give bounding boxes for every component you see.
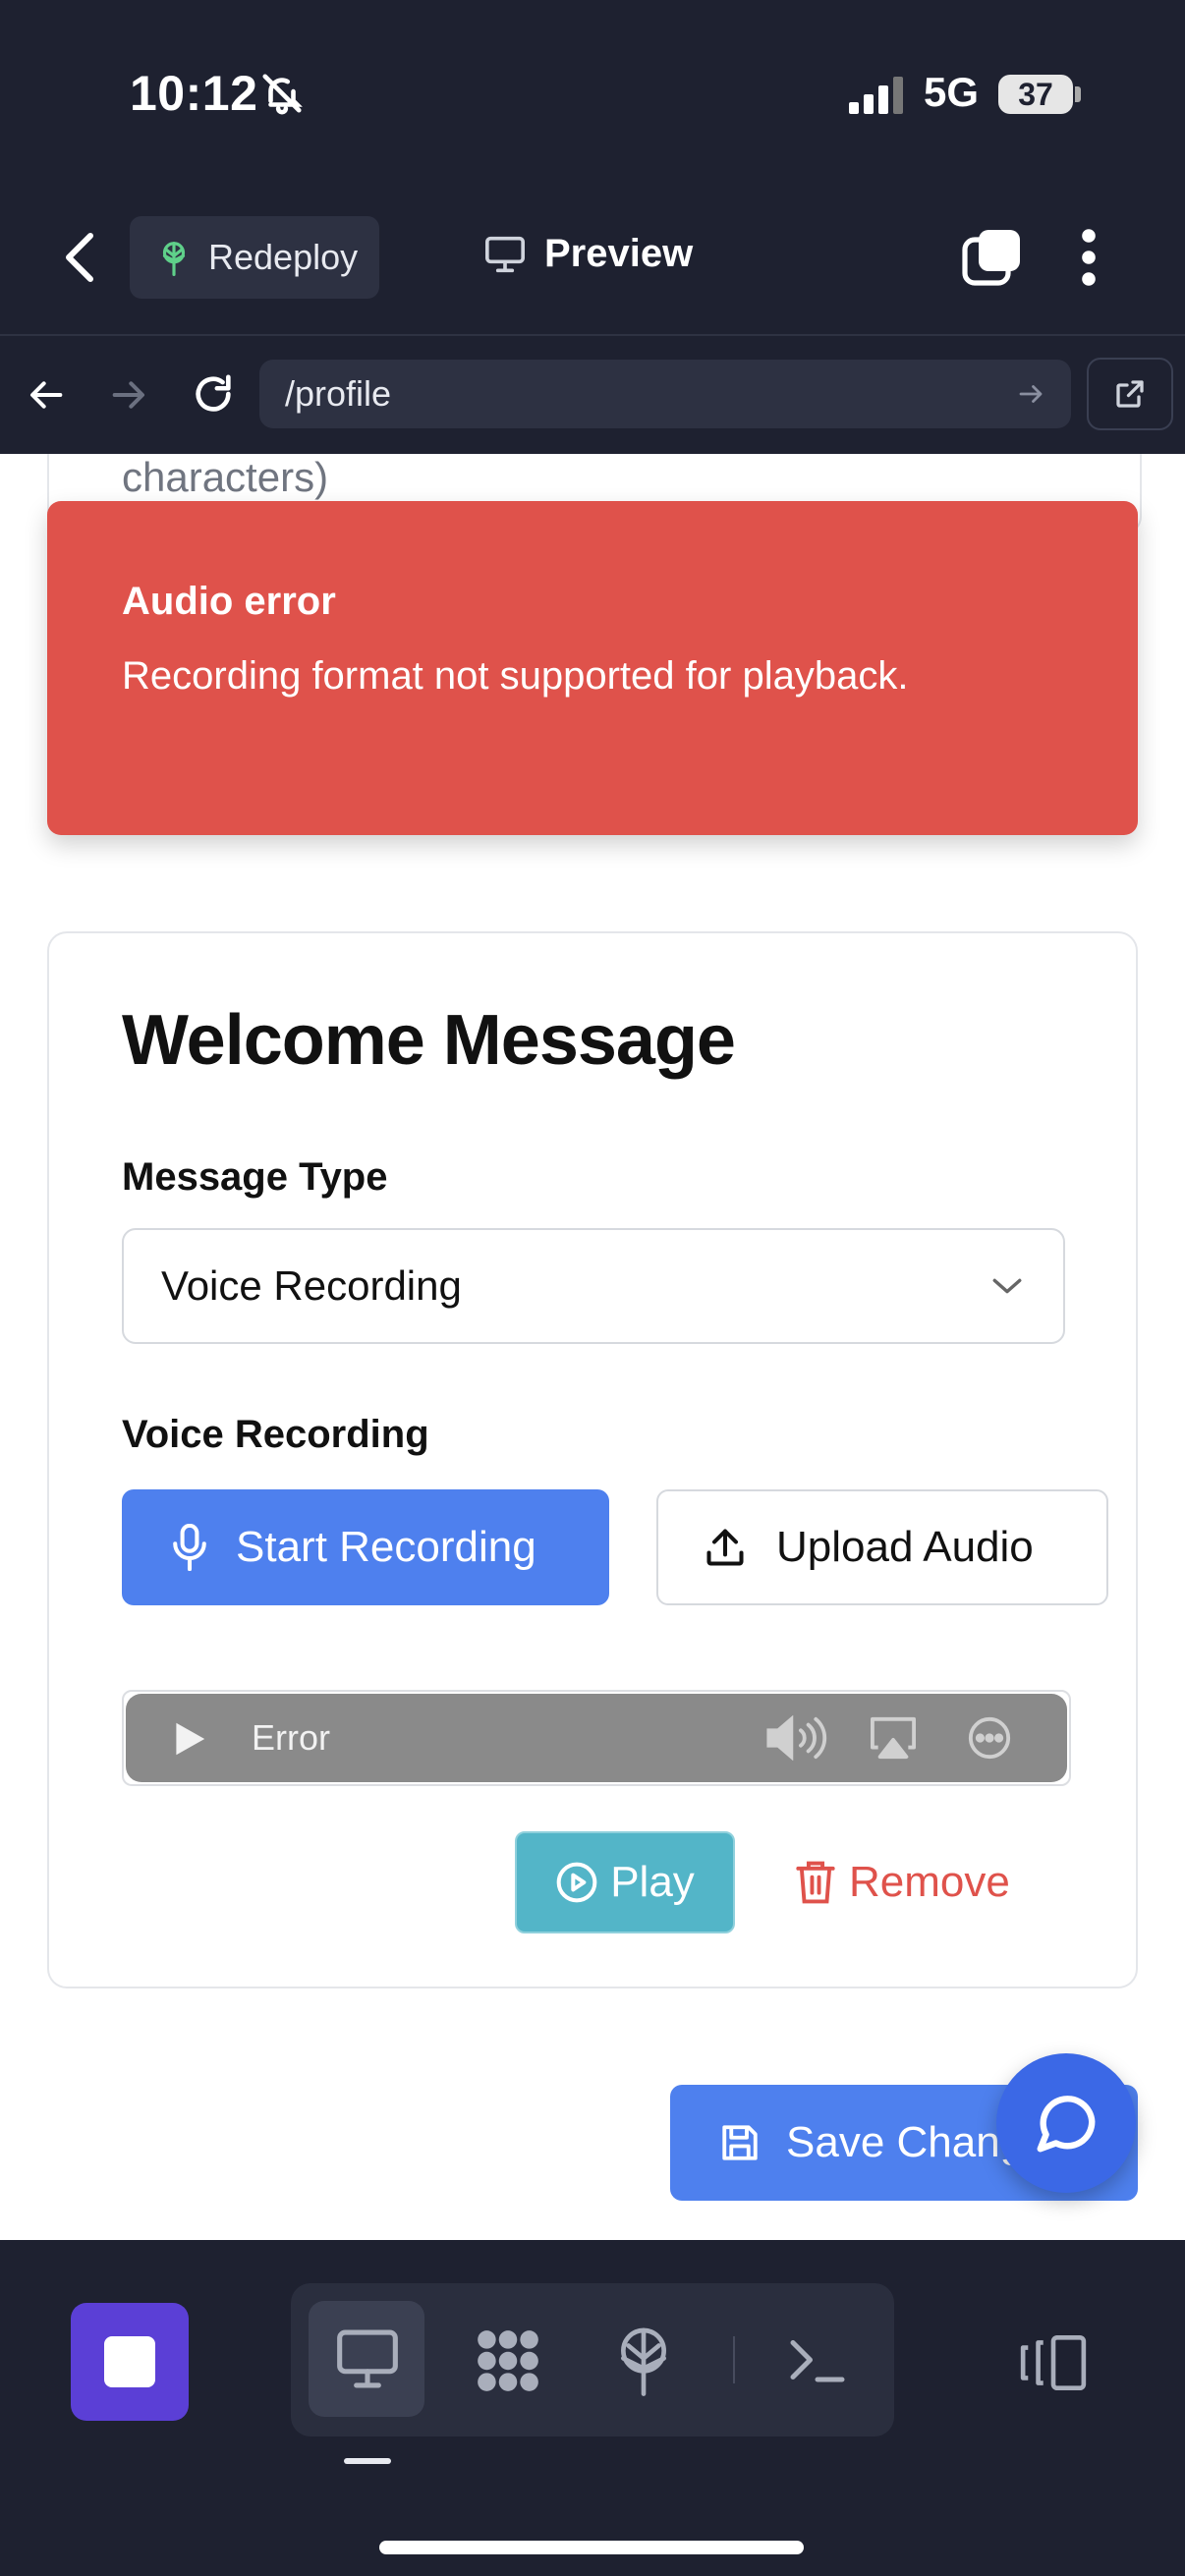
audio-player: Error xyxy=(122,1690,1071,1786)
redeploy-button[interactable]: Redeploy xyxy=(130,216,379,299)
battery-level: 37 xyxy=(998,75,1073,114)
player-status: Error xyxy=(252,1717,330,1758)
preview-tab[interactable]: Preview xyxy=(483,232,693,276)
top-bar: 10:12 5G 37 Redeploy Preview xyxy=(0,0,1185,334)
monitor-tool-icon[interactable] xyxy=(334,2326,401,2396)
nodes-icon[interactable] xyxy=(472,2324,544,2402)
trash-icon xyxy=(796,1861,835,1904)
upload-icon xyxy=(706,1529,744,1566)
redeploy-label: Redeploy xyxy=(208,237,359,277)
network-label: 5G xyxy=(924,69,980,115)
monitor-icon xyxy=(485,236,525,272)
volume-icon[interactable] xyxy=(764,1714,833,1765)
tool-separator xyxy=(733,2336,735,2383)
preview-label: Preview xyxy=(544,232,694,275)
start-recording-label: Start Recording xyxy=(236,1523,536,1571)
start-recording-button[interactable]: Start Recording xyxy=(122,1489,609,1605)
bottom-toolbar xyxy=(0,2240,1185,2576)
message-type-select[interactable]: Voice Recording xyxy=(122,1228,1065,1344)
bell-slash-icon xyxy=(259,71,305,121)
play-circle-icon xyxy=(556,1862,597,1903)
reload-icon[interactable] xyxy=(191,371,236,421)
external-link-icon xyxy=(1116,380,1144,408)
arrow-left-icon[interactable] xyxy=(28,375,67,420)
previous-card-text: characters) xyxy=(122,454,329,500)
deploy-icon[interactable] xyxy=(613,2324,674,2402)
play-icon[interactable] xyxy=(171,1721,206,1762)
back-icon[interactable] xyxy=(59,228,102,292)
chat-button[interactable] xyxy=(996,2053,1136,2193)
chevron-down-icon xyxy=(992,1278,1022,1294)
upload-audio-label: Upload Audio xyxy=(776,1523,1034,1571)
toast-title: Audio error xyxy=(122,580,336,623)
mic-icon xyxy=(173,1524,206,1571)
play-button[interactable]: Play xyxy=(515,1831,735,1933)
active-tab-indicator xyxy=(344,2458,391,2464)
app-stop-button[interactable] xyxy=(71,2303,189,2421)
terminal-icon[interactable] xyxy=(788,2334,847,2390)
voice-recording-label: Voice Recording xyxy=(122,1413,429,1456)
message-type-label: Message Type xyxy=(122,1155,388,1199)
arrow-right-icon[interactable] xyxy=(108,375,147,420)
remove-button[interactable]: Remove xyxy=(796,1831,1010,1933)
status-time: 10:12 xyxy=(130,66,258,121)
message-type-value: Voice Recording xyxy=(161,1262,462,1309)
upload-audio-button[interactable]: Upload Audio xyxy=(656,1489,1108,1605)
go-arrow-icon[interactable] xyxy=(1016,379,1045,414)
card-title: Welcome Message xyxy=(122,1001,736,1080)
url-input[interactable]: /profile xyxy=(259,360,1071,428)
welcome-message-card: Welcome Message Message Type Voice Recor… xyxy=(47,931,1138,1988)
redeploy-icon xyxy=(162,242,186,276)
open-external-button[interactable] xyxy=(1087,358,1173,430)
play-label: Play xyxy=(610,1858,695,1906)
audio-player-bar: Error xyxy=(126,1694,1067,1782)
panel-toggle-icon[interactable] xyxy=(1018,2332,1089,2398)
audio-error-toast[interactable]: Audio error Recording format not support… xyxy=(47,501,1138,835)
battery-tip xyxy=(1075,86,1081,102)
home-indicator xyxy=(379,2541,804,2554)
chat-icon xyxy=(1037,2096,1096,2153)
toast-message: Recording format not supported for playb… xyxy=(122,654,909,698)
remove-label: Remove xyxy=(849,1858,1010,1906)
more-horizontal-icon[interactable] xyxy=(967,1715,1012,1765)
copy-icon[interactable] xyxy=(961,228,1022,294)
page-content: characters) Audio error Recording format… xyxy=(0,454,1185,2240)
signal-icon xyxy=(849,77,908,121)
save-icon xyxy=(722,2125,758,2160)
airplay-icon[interactable] xyxy=(869,1715,918,1765)
tool-group xyxy=(291,2283,894,2436)
more-vertical-icon[interactable] xyxy=(1081,228,1097,292)
stop-square-icon xyxy=(104,2336,155,2387)
